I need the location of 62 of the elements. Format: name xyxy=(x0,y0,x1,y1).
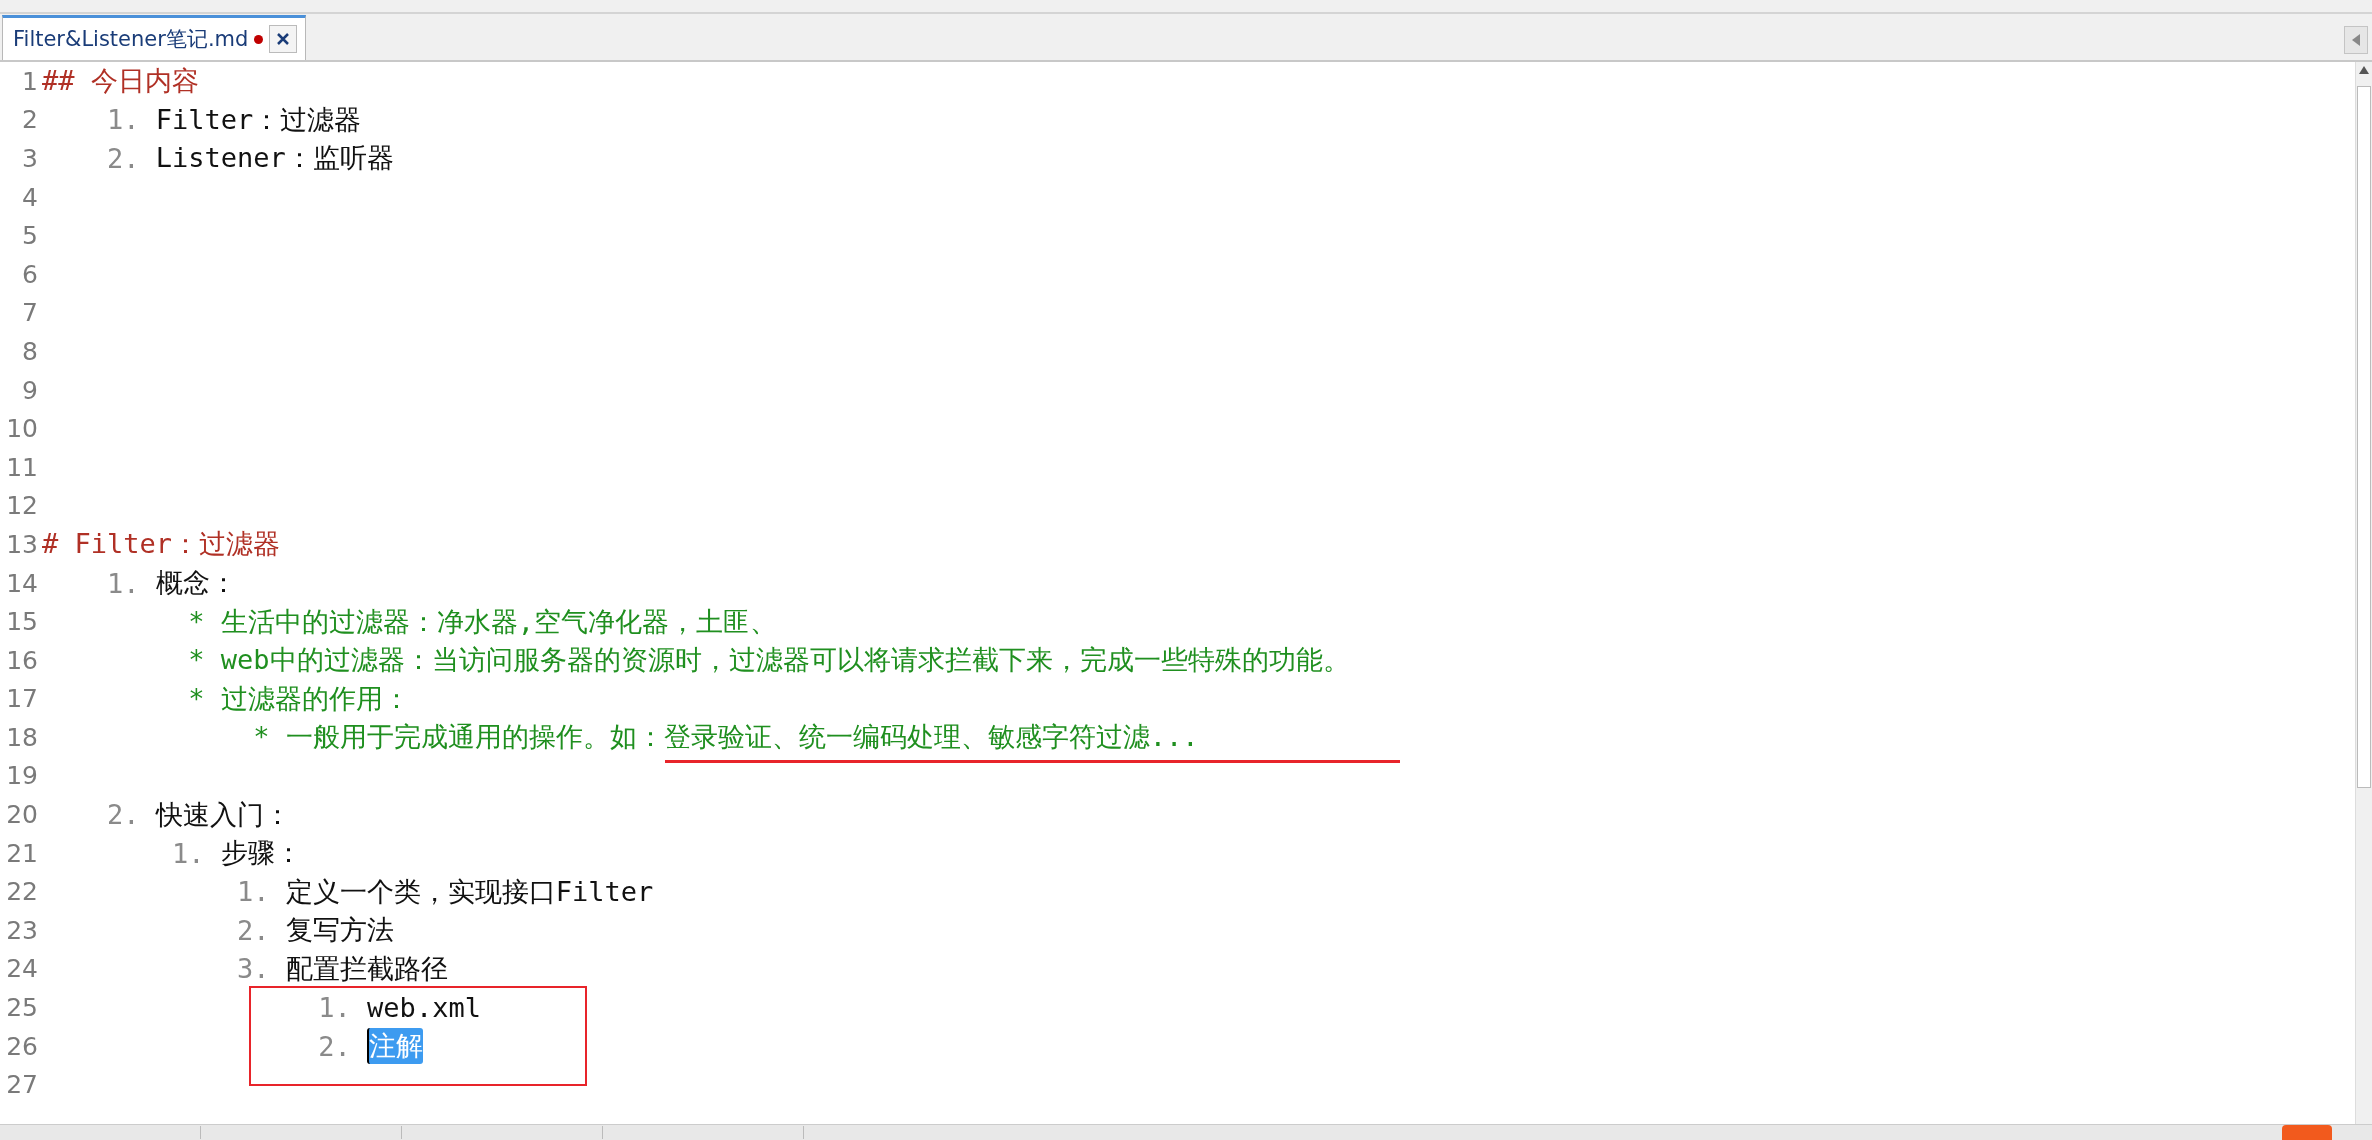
list-marker: 1. xyxy=(106,104,141,136)
line-number: 23 xyxy=(5,915,38,945)
line-number: 6 xyxy=(21,259,38,289)
list-marker: 3. xyxy=(236,953,271,985)
line-number: 2 xyxy=(21,105,38,135)
list-marker: 1. xyxy=(171,837,206,869)
close-button[interactable] xyxy=(269,25,298,53)
code-text: 复写方法 xyxy=(285,913,394,948)
line-number: 7 xyxy=(21,298,38,328)
line-number: 14 xyxy=(5,568,38,598)
line-number: 3 xyxy=(21,144,38,173)
line-number: 5 xyxy=(21,221,38,251)
list-marker: 1. xyxy=(106,567,141,599)
list-marker: 1. xyxy=(236,876,271,908)
code-text: * web中的过滤器：当访问服务器的资源时，过滤器可以将请求拦截下来，完成一些特殊的功能。 xyxy=(187,643,1350,678)
list-marker: 1. xyxy=(317,992,352,1024)
line-number: 27 xyxy=(5,1070,38,1100)
code-text: web.xml xyxy=(367,992,481,1024)
line-number: 15 xyxy=(5,607,38,637)
selected-text: 注解 xyxy=(367,1028,424,1065)
line-number: 19 xyxy=(5,761,38,791)
line-number: 26 xyxy=(5,1031,38,1061)
code-text: 概念： xyxy=(155,566,237,600)
file-tab[interactable]: Filter&Listener笔记.md xyxy=(2,15,307,60)
app-icon[interactable] xyxy=(2282,1125,2332,1140)
close-icon xyxy=(276,32,291,46)
code-text: 步骤： xyxy=(220,836,302,871)
line-number: 11 xyxy=(5,452,38,482)
line-number: 24 xyxy=(5,954,38,984)
code-text: # Filter：过滤器 xyxy=(42,527,281,562)
left-arrow-icon xyxy=(2352,34,2360,46)
up-arrow-icon xyxy=(2359,66,2369,74)
line-number: 25 xyxy=(5,993,38,1023)
scroll-left-button[interactable] xyxy=(2344,26,2368,54)
code-text: * 过滤器的作用： xyxy=(187,681,410,716)
line-number: 16 xyxy=(5,645,38,675)
vertical-scrollbar[interactable] xyxy=(2355,62,2372,1124)
line-number: 18 xyxy=(5,722,38,752)
line-number: 22 xyxy=(5,877,38,907)
line-number: 21 xyxy=(5,838,38,868)
list-marker: 2. xyxy=(317,1030,352,1062)
line-number: 13 xyxy=(5,529,38,559)
line-number: 8 xyxy=(21,336,38,366)
tab-title: Filter&Listener笔记.md xyxy=(13,26,249,53)
line-number: 12 xyxy=(5,491,38,521)
line-number: 4 xyxy=(21,182,38,212)
line-number: 1 xyxy=(21,66,38,96)
list-marker: 2. xyxy=(106,799,141,831)
code-text: * 一般用于完成通用的操作。如：登录验证、统一编码处理、敏感字符过滤... xyxy=(252,720,1199,755)
line-number: 10 xyxy=(5,414,38,444)
code-text: 配置拦截路径 xyxy=(285,951,448,986)
code-text: * 生活中的过滤器：净水器,空气净化器，土匪、 xyxy=(187,604,778,639)
code-text: ## 今日内容 xyxy=(42,64,199,99)
code-text: Listener：监听器 xyxy=(155,141,394,176)
code-text: 快速入门： xyxy=(155,797,291,832)
line-number: 9 xyxy=(21,375,38,405)
list-marker: 2. xyxy=(236,914,271,946)
line-number: 20 xyxy=(5,800,38,830)
line-number: 17 xyxy=(5,684,38,714)
list-marker: 2. xyxy=(106,143,141,174)
code-text: 定义一个类，实现接口Filter xyxy=(285,874,654,909)
code-text: Filter：过滤器 xyxy=(155,102,362,137)
